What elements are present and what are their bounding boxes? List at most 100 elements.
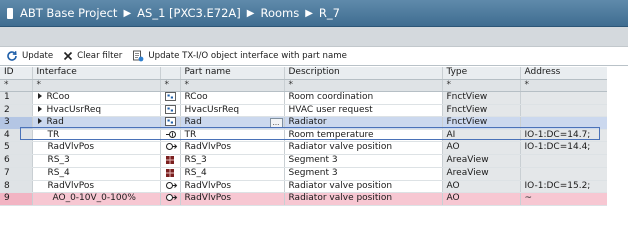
breadcrumb-separator-icon: ▶: [246, 7, 255, 19]
address-cell[interactable]: [520, 91, 608, 105]
filter-cell-type[interactable]: *: [442, 79, 521, 92]
filter-cell-description[interactable]: *: [284, 79, 443, 92]
description-cell[interactable]: Segment 3: [284, 167, 443, 181]
type-cell[interactable]: AO: [442, 180, 521, 193]
filter-cell-address[interactable]: *: [520, 79, 608, 92]
type-cell[interactable]: FnctView: [442, 91, 521, 105]
part-name-cell[interactable]: RadVlvPos: [180, 192, 285, 206]
column-header-icon[interactable]: [160, 67, 181, 80]
update-button[interactable]: Update: [6, 50, 53, 62]
interface-label: RadVlvPos: [47, 180, 95, 191]
description-cell[interactable]: Room coordination: [284, 91, 443, 105]
part-name-cell[interactable]: TR: [180, 129, 285, 142]
part-name-label: RCoo: [184, 92, 208, 102]
type-cell[interactable]: AI: [442, 129, 521, 142]
interface-cell[interactable]: TR: [32, 129, 161, 142]
interface-cell[interactable]: RS_4: [32, 167, 161, 181]
clear-filter-button[interactable]: Clear filter: [63, 51, 122, 61]
part-name-cell[interactable]: RadVlvPos: [180, 180, 285, 193]
address-cell[interactable]: IO-1:DC=15.2;: [520, 180, 608, 193]
address-cell[interactable]: IO-1:DC=14.4;: [520, 141, 608, 155]
type-cell[interactable]: AO: [442, 192, 521, 206]
table-row[interactable]: 6 RS_3 RS_3 Segment 3 AreaView: [0, 154, 608, 168]
description-cell[interactable]: Radiator valve position: [284, 180, 443, 193]
interface-cell[interactable]: HvacUsrReq: [32, 104, 161, 117]
type-cell[interactable]: AreaView: [442, 167, 521, 181]
expand-arrow-icon[interactable]: [37, 105, 42, 112]
part-name-cell[interactable]: RadVlvPos: [180, 141, 285, 155]
part-name-label: TR: [184, 129, 197, 140]
toolbar: Update Clear filter Update TX-I/O object…: [0, 46, 628, 65]
interface-cell[interactable]: RS_3: [32, 154, 161, 168]
address-cell[interactable]: [520, 154, 608, 168]
address-cell[interactable]: [520, 104, 608, 117]
row-id-cell[interactable]: 9: [0, 192, 33, 206]
table-row[interactable]: 4 TR TR Room temperature AI IO-1:DC=14.7;: [0, 129, 608, 142]
breadcrumb-item-room[interactable]: R_7: [319, 6, 340, 20]
filter-cell-part-name[interactable]: *: [180, 79, 285, 92]
row-id-cell[interactable]: 1: [0, 91, 33, 105]
row-id-cell[interactable]: 6: [0, 154, 33, 168]
browse-button[interactable]: ...: [269, 118, 283, 128]
address-cell[interactable]: [520, 116, 608, 130]
breadcrumb-item-rooms[interactable]: Rooms: [260, 6, 299, 20]
interface-cell[interactable]: RadVlvPos: [32, 141, 161, 155]
part-name-cell[interactable]: RS_3: [180, 154, 285, 168]
description-cell[interactable]: Radiator valve position: [284, 192, 443, 206]
description-cell[interactable]: Room temperature: [284, 129, 443, 142]
table-row[interactable]: 9 AO_0-10V_0-100% RadVlvPos Radiator valve …: [0, 192, 608, 206]
description-cell[interactable]: Radiator: [284, 116, 443, 130]
table-row[interactable]: 1 RCoo RCoo Room coordination FnctView: [0, 91, 608, 105]
row-id-cell[interactable]: 7: [0, 167, 33, 181]
type-cell[interactable]: AreaView: [442, 154, 521, 168]
interface-cell[interactable]: AO_0-10V_0-100%: [32, 192, 161, 206]
part-name-label: Rad: [184, 117, 202, 127]
editor-tab-strip: [0, 27, 628, 47]
description-cell[interactable]: HVAC user request: [284, 104, 443, 117]
object-type-icon-cell: [160, 180, 181, 193]
type-cell[interactable]: FnctView: [442, 104, 521, 117]
type-cell[interactable]: AO: [442, 141, 521, 155]
type-cell[interactable]: FnctView: [442, 116, 521, 130]
filter-cell-interface[interactable]: *: [32, 79, 161, 92]
expand-arrow-icon[interactable]: [37, 93, 42, 99]
row-id-cell[interactable]: 3: [0, 116, 33, 130]
address-cell[interactable]: IO-1:DC=14.7;: [520, 129, 608, 142]
column-header-interface[interactable]: Interface: [32, 67, 161, 80]
filter-cell-icon[interactable]: *: [160, 79, 181, 92]
column-header-id[interactable]: ID: [0, 67, 33, 80]
part-name-cell[interactable]: RCoo: [180, 91, 285, 105]
table-row[interactable]: 5 RadVlvPos RadVlvPos Radiator valve positi…: [0, 141, 608, 155]
interface-cell[interactable]: RadVlvPos: [32, 180, 161, 193]
breadcrumb-item-automation-station[interactable]: AS_1 [PXC3.E72A]: [137, 6, 241, 20]
update-tx-interface-button[interactable]: Update TX-I/O object interface with part…: [132, 50, 347, 62]
part-name-cell[interactable]: RS_4: [180, 167, 285, 181]
breadcrumb-item-project[interactable]: ABT Base Project: [20, 6, 117, 20]
address-cell[interactable]: [520, 167, 608, 181]
valve-icon: [165, 143, 177, 150]
address-cell[interactable]: ~: [520, 192, 608, 206]
column-header-description[interactable]: Description: [284, 67, 443, 80]
table-row[interactable]: 7 RS_4 RS_4 Segment 3 AreaView: [0, 167, 608, 181]
row-id-cell[interactable]: 2: [0, 104, 33, 117]
column-header-address[interactable]: Address: [520, 67, 608, 80]
column-header-part-name[interactable]: Part name: [180, 67, 285, 80]
interface-cell[interactable]: RCoo: [32, 91, 161, 105]
description-cell[interactable]: Segment 3: [284, 154, 443, 168]
row-id-cell[interactable]: 8: [0, 180, 33, 193]
part-name-cell[interactable]: HvacUsrReq: [180, 104, 285, 117]
table-row[interactable]: 3 Rad Rad... Radiator FnctView: [0, 116, 608, 130]
column-header-type[interactable]: Type: [442, 67, 521, 80]
filter-cell-id[interactable]: *: [0, 79, 33, 92]
description-cell[interactable]: Radiator valve position: [284, 141, 443, 155]
row-id-cell[interactable]: 5: [0, 141, 33, 155]
part-name-cell[interactable]: Rad...: [180, 116, 285, 130]
part-name-label: RadVlvPos: [184, 142, 232, 152]
part-name-label: RS_4: [184, 167, 207, 178]
row-id-cell[interactable]: 4: [0, 129, 33, 142]
expand-arrow-icon[interactable]: [37, 118, 42, 124]
object-type-icon-cell: [160, 91, 181, 105]
interface-cell[interactable]: Rad: [32, 116, 161, 130]
table-row[interactable]: 8 RadVlvPos RadVlvPos Radiator valve positi…: [0, 180, 608, 193]
table-row[interactable]: 2 HvacUsrReq HvacUsrReq HVAC user request Fn…: [0, 104, 608, 117]
